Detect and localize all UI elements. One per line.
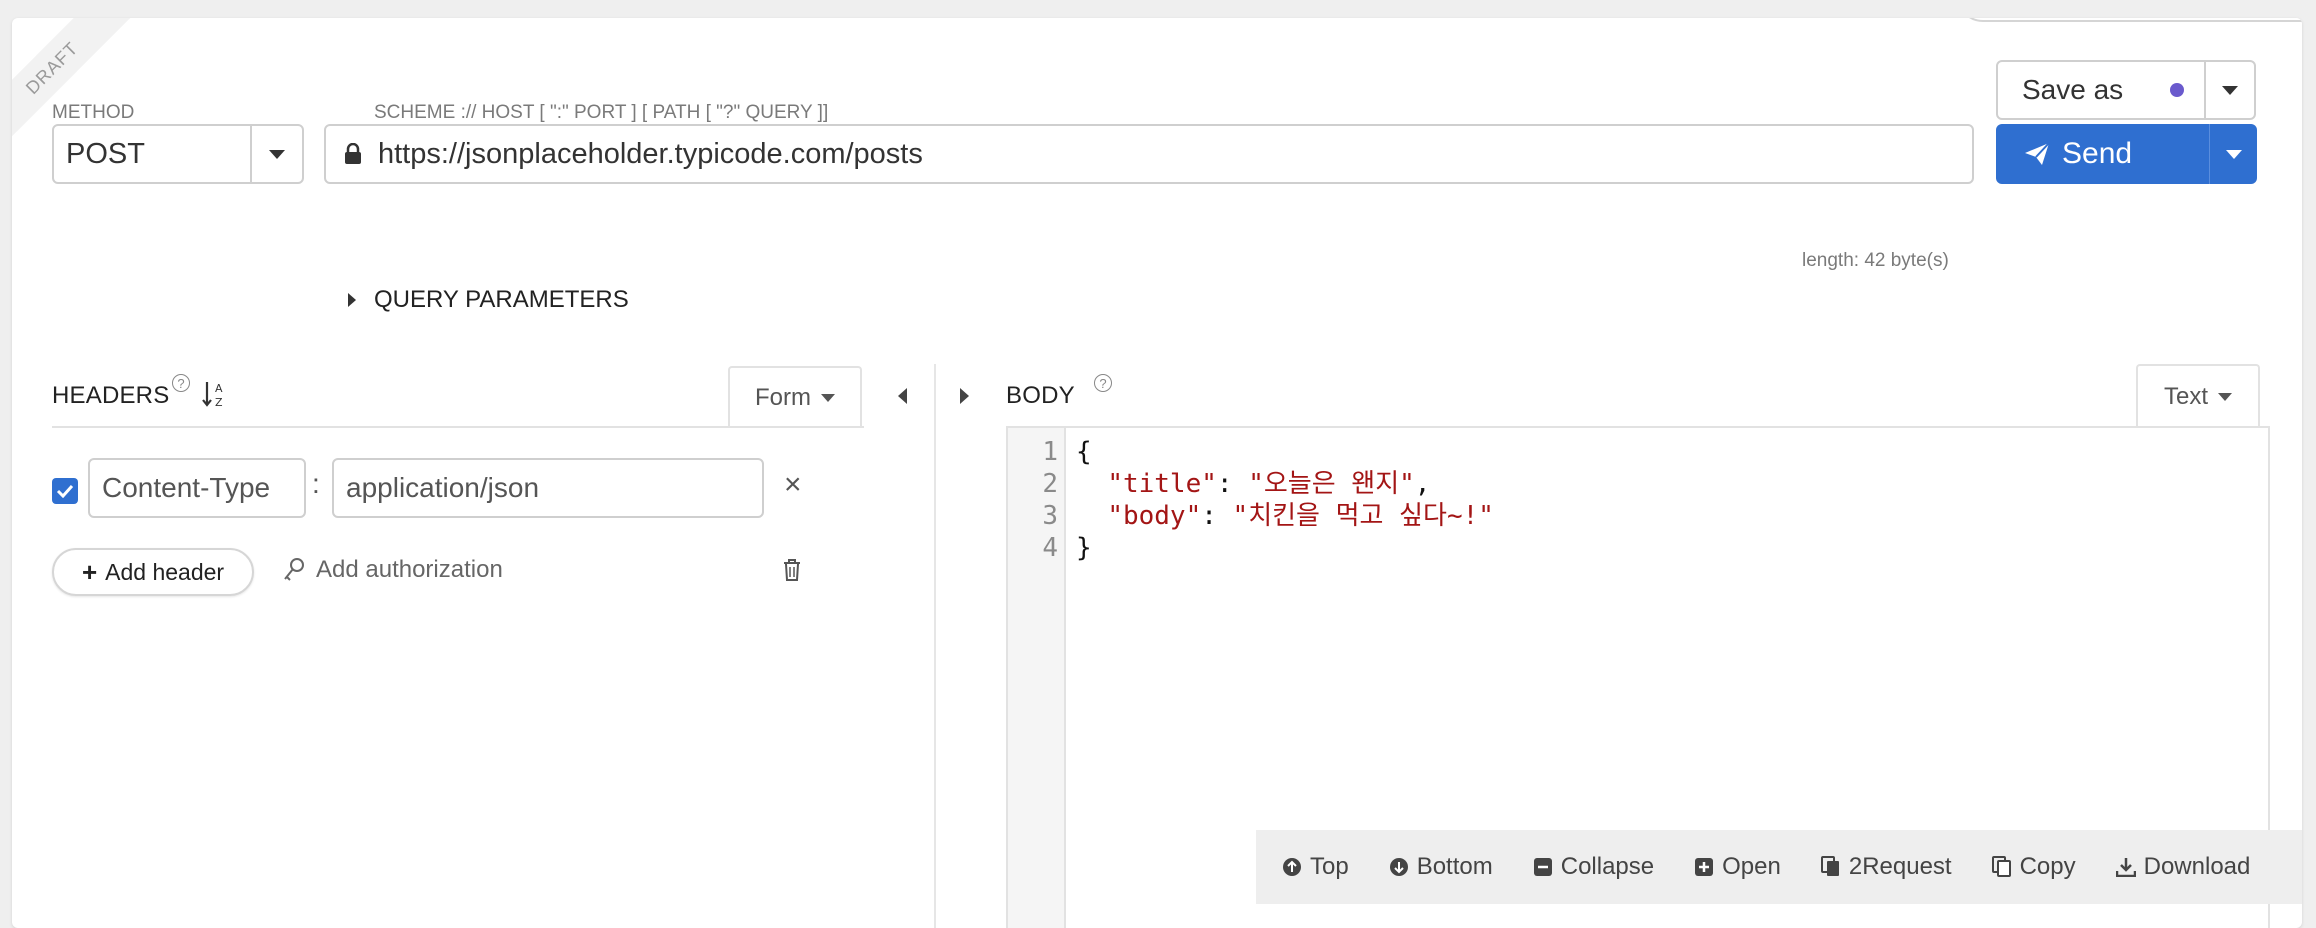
code-key: "title" [1107,469,1217,499]
check-icon [56,484,74,498]
headers-help-icon[interactable]: ? [172,374,190,392]
method-value: POST [66,137,145,170]
code-string: "오늘은 왠지" [1248,469,1415,499]
url-format-label: SCHEME :// HOST [ ":" PORT ] [ PATH [ "?… [374,102,829,123]
code-sep: : [1201,501,1233,531]
query-parameters-label: QUERY PARAMETERS [374,286,629,313]
header-name-value: Content-Type [102,472,271,503]
body-mode-dropdown[interactable]: Text [2136,364,2260,428]
download-label: Download [2143,853,2251,880]
top-button[interactable]: Top [1262,853,1369,881]
copy-label: Copy [2019,853,2076,880]
minus-square-icon [1533,858,1552,876]
lock-icon [345,143,361,164]
copy-icon [1991,856,2011,877]
request-panel: DRAFT Save as METHOD POST SCHEME :// HOS… [12,18,2302,928]
expand-right-icon[interactable] [960,388,969,404]
copy-files-icon [1820,856,1839,876]
code-string: "치킨을 먹고 싶다~!" [1232,501,1494,531]
url-input[interactable]: https://jsonplaceholder.typicode.com/pos… [324,124,1974,184]
code-line: { [1076,436,1494,468]
copy-button[interactable]: Copy [1972,853,2096,881]
chevron-down-icon [269,149,285,159]
header-name-input[interactable]: Content-Type [88,458,306,518]
top-right-overlay [1957,18,2302,22]
headers-mode-dropdown[interactable]: Form [728,366,862,428]
plus-icon: + [81,557,98,587]
send-button[interactable]: Send [1996,124,2210,184]
code-key: "body" [1107,501,1202,531]
chevron-down-icon [2218,393,2232,401]
header-value-value: application/json [346,472,540,503]
svg-text:A: A [215,382,223,395]
top-label: Top [1310,853,1349,880]
body-help-icon[interactable]: ? [1094,374,1112,392]
url-value: https://jsonplaceholder.typicode.com/pos… [378,137,923,170]
send-label: Send [2062,137,2133,170]
chevron-down-icon [2222,85,2238,95]
unsaved-dot-icon [2170,83,2184,97]
open-label: Open [1722,853,1781,880]
header-value-input[interactable]: application/json [332,458,764,518]
code-line: } [1076,532,1494,564]
download-button[interactable]: Download [2096,853,2271,881]
arrow-down-circle-icon [1389,858,1408,876]
code-text: { [1076,437,1092,467]
save-as-label: Save as [2022,74,2124,105]
editor-toolbar: Top Bottom Collapse Open 2Request Copy D… [1256,830,2302,904]
open-button[interactable]: Open [1674,853,1801,881]
code-content: { "title": "오늘은 왠지", "body": "치킨을 먹고 싶다~… [1076,436,1494,564]
line-number-gutter: 1 2 3 4 [1008,428,1066,928]
body-title: BODY [1006,382,1075,409]
save-as-button[interactable]: Save as [1996,60,2206,120]
header-enabled-checkbox[interactable] [52,478,78,504]
save-options-dropdown[interactable] [2204,60,2256,120]
add-authorization-link[interactable]: Add authorization [282,556,503,584]
key-icon [284,558,304,581]
chevron-down-icon [2225,149,2242,159]
paper-plane-icon [2025,142,2050,165]
code-end: , [1414,469,1431,499]
headers-mode-label: Form [755,384,811,411]
to-request-button[interactable]: 2Request [1801,853,1972,881]
add-authorization-label: Add authorization [316,556,503,583]
headers-divider [52,426,864,428]
method-label: METHOD [52,102,135,123]
line-number: 4 [1042,533,1058,563]
bottom-label: Bottom [1416,853,1493,880]
sort-alpha-icon[interactable]: A Z [202,380,228,408]
add-header-label: Add header [105,558,225,585]
line-number: 3 [1042,501,1058,531]
collapse-label: Collapse [1560,853,1655,880]
code-line: "title": "오늘은 왠지", [1076,468,1494,500]
collapse-button[interactable]: Collapse [1513,853,1674,881]
remove-header-icon[interactable]: × [784,468,802,502]
download-icon [2115,858,2136,877]
line-number: 1 [1042,437,1058,467]
code-sep: : [1216,469,1249,499]
caret-right-icon [348,293,356,307]
code-line: "body": "치킨을 먹고 싶다~!" [1076,500,1494,532]
line-number: 2 [1042,469,1058,499]
send-options-dropdown[interactable] [2209,124,2257,184]
add-header-button[interactable]: + Add header [52,548,254,596]
plus-square-icon [1695,858,1714,876]
method-dropdown-button[interactable] [250,124,304,184]
chevron-down-icon [821,394,835,402]
header-separator: : [312,468,320,499]
svg-text:Z: Z [215,396,223,408]
body-mode-label: Text [2163,383,2208,410]
panel-splitter[interactable] [934,364,936,928]
headers-title: HEADERS [52,382,170,409]
code-text: } [1076,533,1092,563]
trash-icon[interactable] [782,558,802,587]
method-select[interactable]: POST [52,124,252,184]
query-parameters-toggle[interactable]: QUERY PARAMETERS [348,286,629,314]
to-request-label: 2Request [1848,853,1952,880]
url-length: length: 42 byte(s) [1802,250,1949,271]
bottom-button[interactable]: Bottom [1369,853,1513,881]
collapse-left-icon[interactable] [898,388,907,404]
arrow-up-circle-icon [1283,858,1301,876]
